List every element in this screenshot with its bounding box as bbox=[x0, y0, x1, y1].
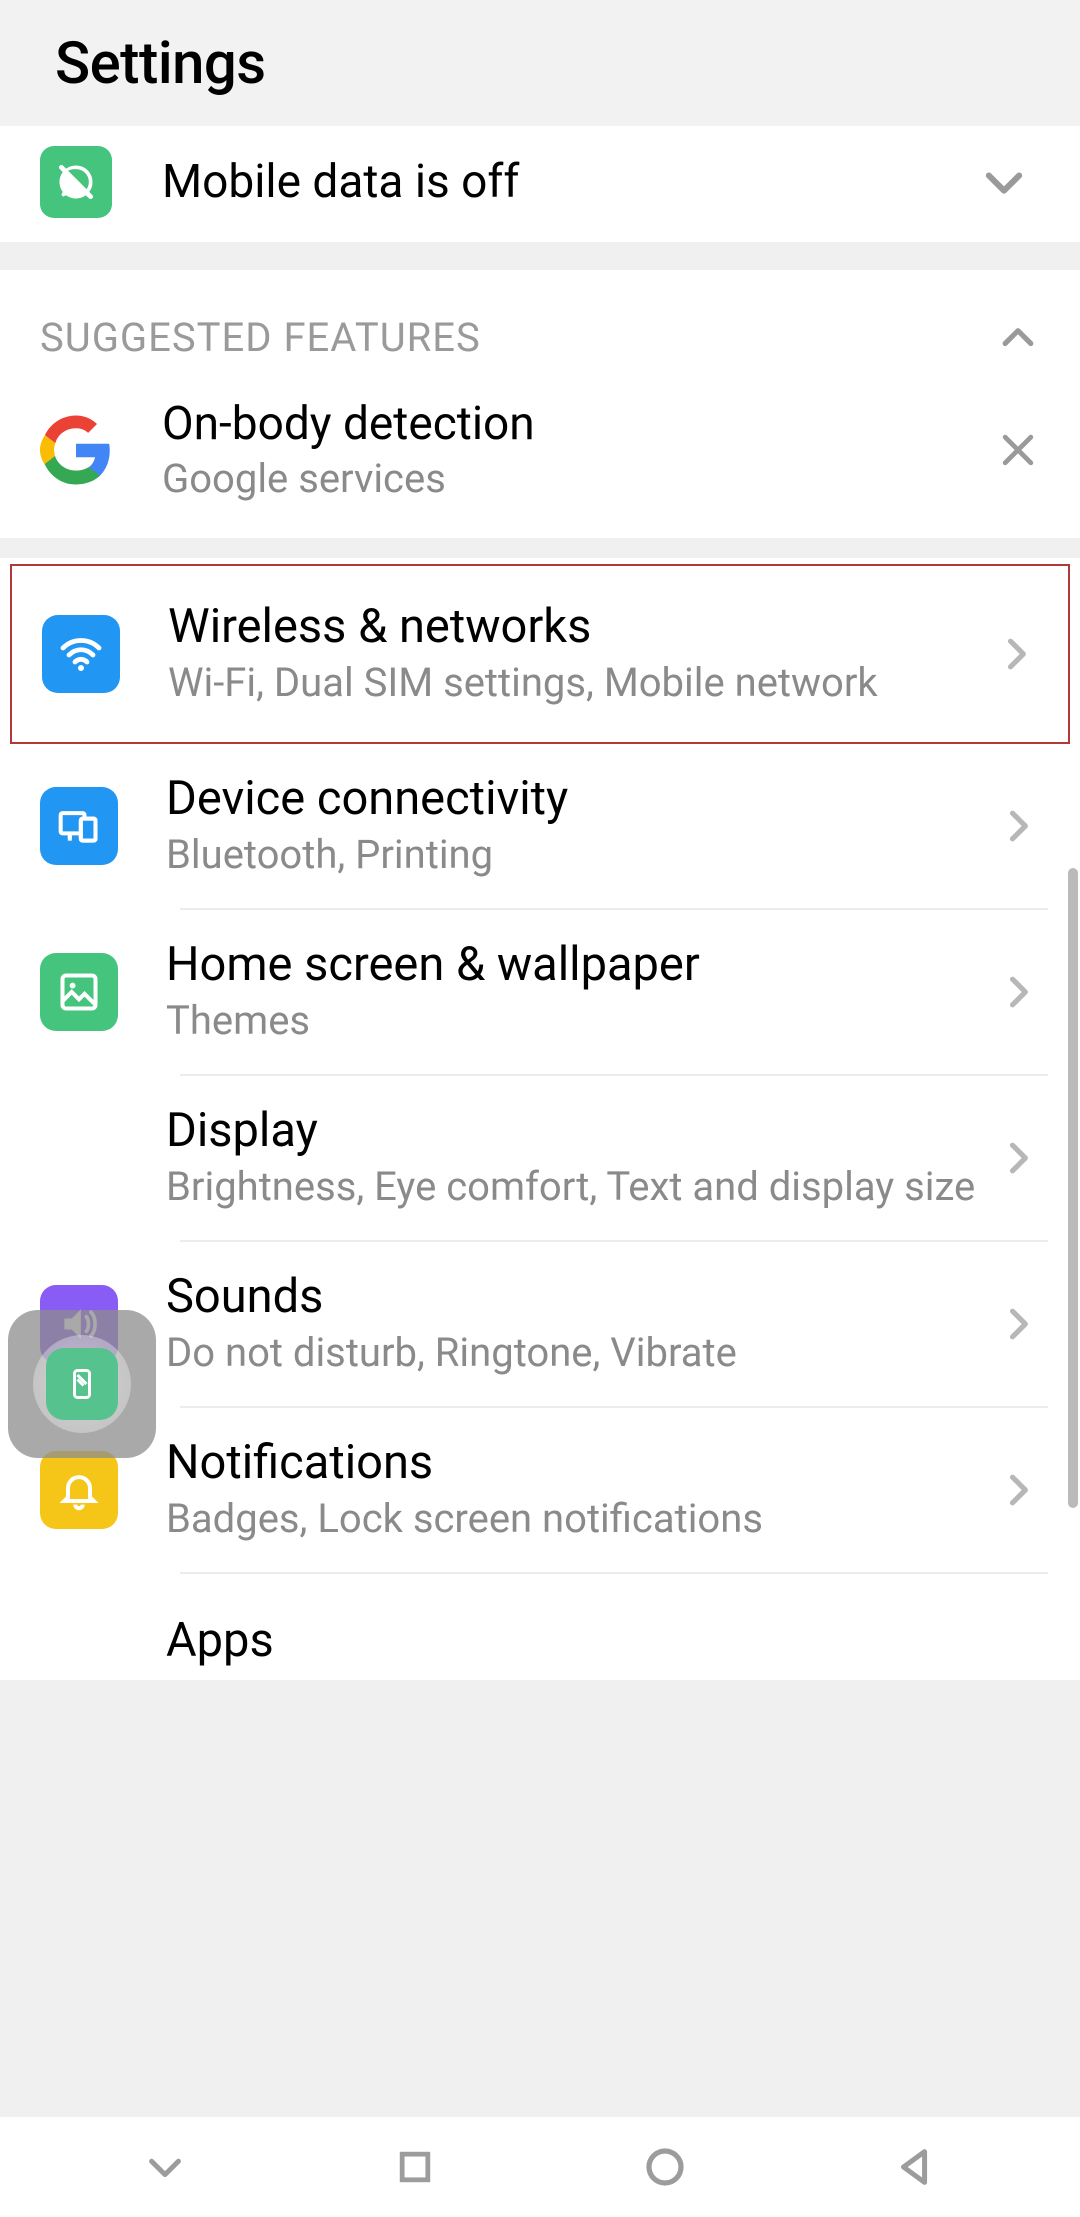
suggested-item-onbody[interactable]: On-body detection Google services bbox=[40, 397, 1040, 502]
row-home-wallpaper[interactable]: Home screen & wallpaper Themes bbox=[0, 910, 1080, 1074]
row-wireless-networks[interactable]: Wireless & networks Wi-Fi, Dual SIM sett… bbox=[10, 564, 1070, 744]
mobile-data-banner-label: Mobile data is off bbox=[162, 155, 978, 209]
row-sounds[interactable]: Sounds Do not disturb, Ringtone, Vibrate bbox=[0, 1242, 1080, 1406]
assistive-touch-button[interactable] bbox=[8, 1310, 156, 1458]
row-subtitle: Badges, Lock screen notifications bbox=[166, 1494, 986, 1544]
chevron-right-icon bbox=[996, 804, 1040, 848]
row-subtitle: Do not disturb, Ringtone, Vibrate bbox=[166, 1328, 986, 1378]
row-display[interactable]: Display Brightness, Eye comfort, Text an… bbox=[0, 1076, 1080, 1240]
row-subtitle: Themes bbox=[166, 996, 986, 1046]
close-icon[interactable] bbox=[996, 428, 1040, 472]
row-title: Sounds bbox=[166, 1270, 986, 1324]
row-title: Device connectivity bbox=[166, 772, 986, 826]
picture-icon bbox=[40, 953, 118, 1031]
row-subtitle: Bluetooth, Printing bbox=[166, 830, 986, 880]
phone-icon bbox=[46, 1348, 118, 1420]
nav-back-icon[interactable] bbox=[880, 2132, 950, 2202]
suggested-item-title: On-body detection bbox=[162, 397, 996, 451]
row-subtitle: Wi-Fi, Dual SIM settings, Mobile network bbox=[168, 658, 984, 708]
chevron-up-icon[interactable] bbox=[996, 316, 1040, 360]
row-apps[interactable]: Apps bbox=[0, 1574, 1080, 1680]
chevron-right-icon bbox=[996, 970, 1040, 1014]
header: Settings bbox=[0, 0, 1080, 126]
suggested-item-subtitle: Google services bbox=[162, 455, 996, 502]
row-title: Wireless & networks bbox=[168, 600, 984, 654]
row-subtitle: Brightness, Eye comfort, Text and displa… bbox=[166, 1162, 986, 1212]
chevron-right-icon bbox=[996, 1136, 1040, 1180]
bell-icon bbox=[40, 1451, 118, 1529]
chevron-right-icon bbox=[996, 1302, 1040, 1346]
row-title: Home screen & wallpaper bbox=[166, 938, 986, 992]
spacer bbox=[0, 242, 1080, 270]
assistive-touch-ring bbox=[33, 1335, 131, 1433]
google-icon bbox=[40, 414, 112, 486]
page-title: Settings bbox=[55, 30, 1025, 98]
settings-list: Wireless & networks Wi-Fi, Dual SIM sett… bbox=[0, 558, 1080, 1680]
spacer bbox=[0, 538, 1080, 558]
row-notifications[interactable]: Notifications Badges, Lock screen notifi… bbox=[0, 1408, 1080, 1572]
row-title: Apps bbox=[166, 1614, 1040, 1668]
suggested-features-section: SUGGESTED FEATURES On-body detection Goo… bbox=[0, 270, 1080, 538]
row-title: Display bbox=[166, 1104, 986, 1158]
nav-recents-icon[interactable] bbox=[380, 2132, 450, 2202]
suggested-features-heading: SUGGESTED FEATURES bbox=[40, 314, 996, 361]
navigation-bar bbox=[0, 2117, 1080, 2217]
devices-icon bbox=[40, 787, 118, 865]
nav-home-icon[interactable] bbox=[630, 2132, 700, 2202]
chevron-right-icon bbox=[994, 632, 1038, 676]
nav-keyboard-down-icon[interactable] bbox=[130, 2132, 200, 2202]
leaf-off-icon bbox=[40, 146, 112, 218]
phone-icon bbox=[40, 1119, 118, 1197]
chevron-down-icon[interactable] bbox=[978, 156, 1030, 208]
row-device-connectivity[interactable]: Device connectivity Bluetooth, Printing bbox=[0, 744, 1080, 908]
row-title: Notifications bbox=[166, 1436, 986, 1490]
mobile-data-banner[interactable]: Mobile data is off bbox=[0, 126, 1080, 242]
chevron-right-icon bbox=[996, 1468, 1040, 1512]
wifi-icon bbox=[42, 615, 120, 693]
